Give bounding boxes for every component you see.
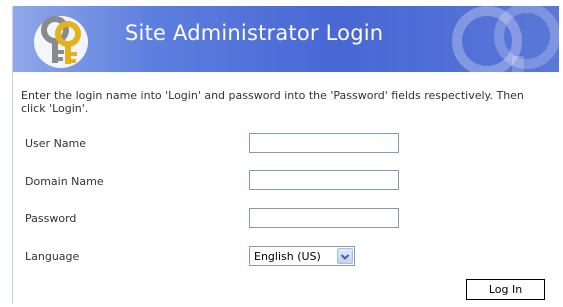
page-title: Site Administrator Login xyxy=(125,21,384,45)
chevron-down-icon[interactable] xyxy=(337,248,353,264)
domain-name-label: Domain Name xyxy=(25,175,104,188)
user-name-input[interactable] xyxy=(249,133,399,153)
instructions-text: Enter the login name into 'Login' and pa… xyxy=(21,89,524,115)
language-label: Language xyxy=(25,250,80,263)
password-input[interactable] xyxy=(249,208,399,228)
header-banner: Site Administrator Login xyxy=(13,6,559,72)
user-name-label: User Name xyxy=(25,137,87,150)
password-label: Password xyxy=(25,212,77,225)
language-selected-value: English (US) xyxy=(254,250,321,263)
language-select[interactable]: English (US) xyxy=(249,246,355,266)
keys-watermark-icon xyxy=(452,6,559,72)
keys-icon xyxy=(34,16,88,68)
login-panel: Site Administrator Login Enter the login… xyxy=(12,6,559,304)
login-button[interactable]: Log In xyxy=(466,279,545,300)
domain-name-input[interactable] xyxy=(249,170,399,190)
